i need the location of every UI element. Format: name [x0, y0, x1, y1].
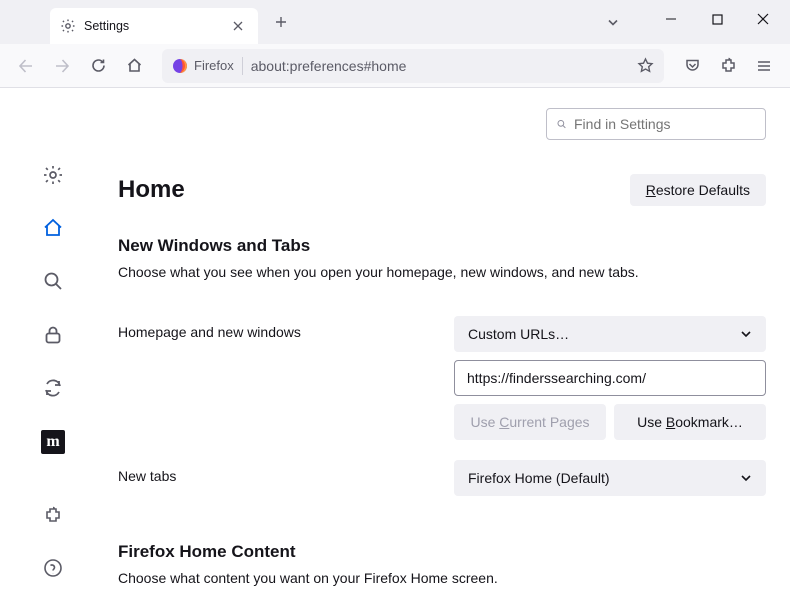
restore-defaults-button[interactable]: Restore Defaults: [630, 174, 766, 206]
settings-main: Home Restore Defaults New Windows and Ta…: [106, 88, 790, 599]
content: m Home Restore Defaults New Windows and …: [0, 88, 790, 599]
sidebar-item-search[interactable]: [35, 265, 71, 298]
use-current-pages-button[interactable]: Use Current Pages: [454, 404, 606, 440]
chevron-down-icon: [740, 328, 752, 340]
sidebar-item-privacy[interactable]: [35, 318, 71, 351]
reload-button[interactable]: [82, 50, 114, 82]
menu-button[interactable]: [748, 50, 780, 82]
settings-search[interactable]: [546, 108, 766, 140]
homepage-url-input[interactable]: [454, 360, 766, 396]
section-new-windows-desc: Choose what you see when you open your h…: [118, 264, 766, 280]
titlebar: Settings: [0, 0, 790, 44]
url-text: about:preferences#home: [251, 58, 629, 74]
section-new-windows-title: New Windows and Tabs: [118, 236, 766, 256]
search-icon: [557, 117, 566, 131]
newtabs-row: New tabs Firefox Home (Default): [118, 460, 766, 496]
maximize-button[interactable]: [694, 3, 740, 35]
identity-box[interactable]: Firefox: [172, 58, 234, 74]
homepage-label: Homepage and new windows: [118, 316, 434, 340]
homepage-select-value: Custom URLs…: [468, 326, 569, 342]
tabs-dropdown-button[interactable]: [598, 7, 628, 37]
m-icon: m: [41, 430, 65, 454]
back-button[interactable]: [10, 50, 42, 82]
identity-label: Firefox: [194, 58, 234, 73]
newtabs-label: New tabs: [118, 460, 434, 484]
sidebar-item-extensions[interactable]: [35, 498, 71, 531]
sidebar-item-general[interactable]: [35, 158, 71, 191]
home-button[interactable]: [118, 50, 150, 82]
close-icon[interactable]: [228, 16, 248, 36]
sidebar-item-sync[interactable]: [35, 372, 71, 405]
window-controls: [648, 3, 786, 35]
section-home-content-title: Firefox Home Content: [118, 542, 766, 562]
homepage-select[interactable]: Custom URLs…: [454, 316, 766, 352]
page-title: Home: [118, 176, 185, 204]
extensions-button[interactable]: [712, 50, 744, 82]
settings-sidebar: m: [0, 88, 106, 599]
tab-title: Settings: [84, 19, 220, 33]
newtabs-select[interactable]: Firefox Home (Default): [454, 460, 766, 496]
settings-search-input[interactable]: [574, 116, 755, 132]
section-home-content-desc: Choose what content you want on your Fir…: [118, 570, 766, 586]
homepage-row: Homepage and new windows Custom URLs… Us…: [118, 316, 766, 440]
forward-button[interactable]: [46, 50, 78, 82]
firefox-icon: [172, 58, 188, 74]
minimize-button[interactable]: [648, 3, 694, 35]
sidebar-item-home[interactable]: [35, 211, 71, 244]
sidebar-item-help[interactable]: [35, 552, 71, 585]
toolbar: Firefox about:preferences#home: [0, 44, 790, 88]
newtabs-select-value: Firefox Home (Default): [468, 470, 610, 486]
gear-icon: [60, 18, 76, 34]
pocket-button[interactable]: [676, 50, 708, 82]
separator: [242, 57, 243, 75]
chevron-down-icon: [740, 472, 752, 484]
bookmark-star-icon[interactable]: [637, 57, 654, 74]
url-bar[interactable]: Firefox about:preferences#home: [162, 49, 664, 83]
new-tab-button[interactable]: [266, 7, 296, 37]
use-bookmark-button[interactable]: Use Bookmark…: [614, 404, 766, 440]
close-window-button[interactable]: [740, 3, 786, 35]
sidebar-item-more[interactable]: m: [35, 425, 71, 458]
browser-tab[interactable]: Settings: [50, 8, 258, 44]
